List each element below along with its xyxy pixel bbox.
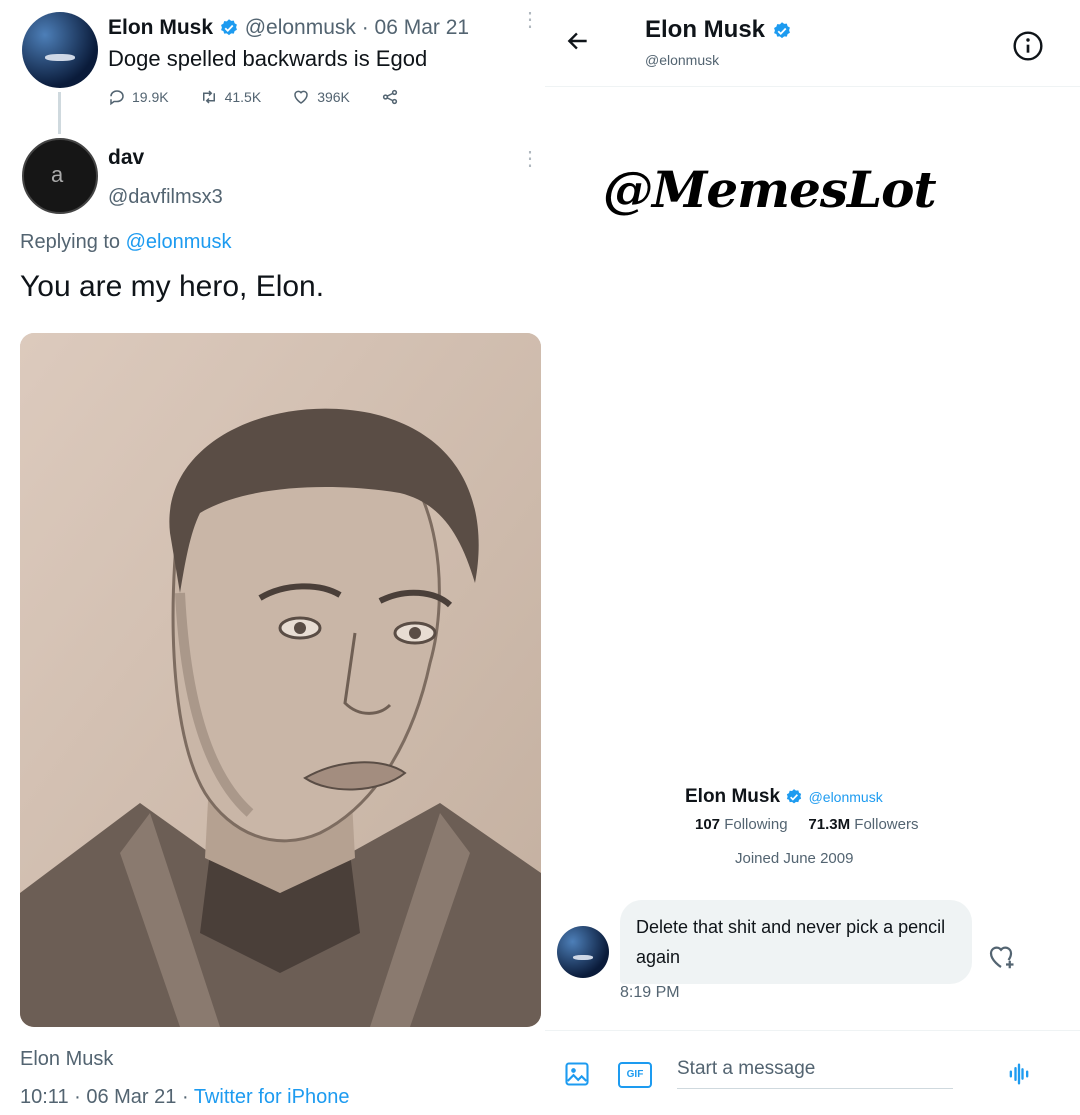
more-options-icon[interactable]: ⋮ bbox=[520, 10, 540, 30]
profile-stats: 107 Following 71.3M Followers bbox=[695, 816, 918, 833]
reply-count: 19.9K bbox=[132, 89, 169, 105]
pencil-portrait-image[interactable] bbox=[20, 333, 541, 1027]
image-upload-icon[interactable] bbox=[563, 1060, 591, 1093]
share-icon bbox=[382, 89, 398, 105]
following-count: 107 bbox=[695, 816, 721, 833]
verified-badge-icon bbox=[220, 19, 237, 36]
message-time: 8:19 PM bbox=[620, 984, 680, 1001]
joined-date: Joined June 2009 bbox=[735, 850, 854, 867]
dm-conversation-panel: Elon Musk @elonmusk @MemesLot Elon Musk … bbox=[545, 0, 1080, 1115]
replying-to-prefix: Replying to bbox=[20, 231, 126, 253]
dav-avatar[interactable]: a bbox=[22, 138, 98, 214]
tweet-actions: 19.9K 41.5K 396K bbox=[108, 88, 400, 106]
tweet-source[interactable]: Twitter for iPhone bbox=[194, 1086, 350, 1108]
retweet-count: 41.5K bbox=[224, 89, 262, 105]
composer-divider bbox=[545, 1030, 1080, 1031]
reply-author-name[interactable]: dav bbox=[108, 146, 144, 170]
replying-to-line: Replying to @elonmusk bbox=[20, 231, 232, 254]
thread-connector-line bbox=[58, 92, 61, 134]
tweet-text: Doge spelled backwards is Egod bbox=[108, 46, 428, 71]
react-heart-icon[interactable] bbox=[985, 942, 1017, 977]
tweet-thread-panel: Elon Musk @elonmusk · 06 Mar 21 ⋮ Doge s… bbox=[0, 0, 545, 1115]
share-action[interactable] bbox=[380, 88, 400, 106]
dm-header-title: Elon Musk bbox=[645, 16, 792, 44]
retweet-icon bbox=[202, 90, 215, 104]
avatar-glyph-icon: a bbox=[51, 162, 64, 187]
voice-message-icon[interactable] bbox=[1005, 1060, 1033, 1093]
dm-contact-handle: @elonmusk bbox=[645, 52, 720, 68]
more-options-icon[interactable]: ⋮ bbox=[520, 149, 540, 169]
reply-text: You are my hero, Elon. bbox=[20, 270, 325, 303]
followers-label: Followers bbox=[854, 816, 919, 833]
profile-name[interactable]: Elon Musk bbox=[685, 786, 780, 807]
author-name[interactable]: Elon Musk bbox=[108, 16, 213, 39]
tweet-time-date: 10:11 · 06 Mar 21 · bbox=[20, 1086, 194, 1108]
sender-avatar[interactable] bbox=[557, 926, 609, 978]
replying-to-handle[interactable]: @elonmusk bbox=[126, 231, 232, 253]
following-label: Following bbox=[724, 816, 788, 833]
info-icon[interactable] bbox=[1012, 30, 1044, 67]
verified-badge-icon bbox=[787, 789, 802, 804]
heart-icon bbox=[294, 90, 308, 104]
profile-handle[interactable]: @elonmusk bbox=[809, 789, 883, 805]
reply-icon bbox=[110, 90, 124, 106]
gif-icon[interactable]: GIF bbox=[618, 1062, 652, 1088]
image-attribution: Elon Musk bbox=[20, 1048, 114, 1070]
message-bubble[interactable]: Delete that shit and never pick a pencil… bbox=[620, 900, 972, 984]
following-stat[interactable]: 107 Following bbox=[695, 816, 788, 833]
dm-contact-name: Elon Musk bbox=[645, 16, 766, 43]
handle-date: @elonmusk · 06 Mar 21 bbox=[244, 16, 470, 39]
verified-badge-icon bbox=[773, 21, 790, 38]
followers-stat[interactable]: 71.3M Followers bbox=[808, 816, 918, 833]
reply-action[interactable]: 19.9K bbox=[108, 88, 169, 106]
reply-author-handle[interactable]: @davfilmsx3 bbox=[108, 186, 223, 209]
portrait-sketch bbox=[20, 333, 541, 1027]
back-arrow-icon[interactable] bbox=[565, 28, 591, 61]
header-divider bbox=[545, 86, 1080, 87]
tweet-header: Elon Musk @elonmusk · 06 Mar 21 bbox=[108, 16, 469, 40]
message-input[interactable]: Start a message bbox=[677, 1058, 953, 1089]
retweet-action[interactable]: 41.5K bbox=[199, 88, 262, 106]
elon-avatar[interactable] bbox=[22, 12, 98, 88]
memeslot-watermark: @MemesLot bbox=[603, 160, 937, 219]
like-action[interactable]: 396K bbox=[291, 88, 350, 106]
tweet-metadata: 10:11 · 06 Mar 21 · Twitter for iPhone bbox=[20, 1086, 349, 1109]
profile-card-title: Elon Musk @elonmusk bbox=[685, 786, 883, 808]
like-count: 396K bbox=[317, 89, 350, 105]
followers-count: 71.3M bbox=[808, 816, 851, 833]
